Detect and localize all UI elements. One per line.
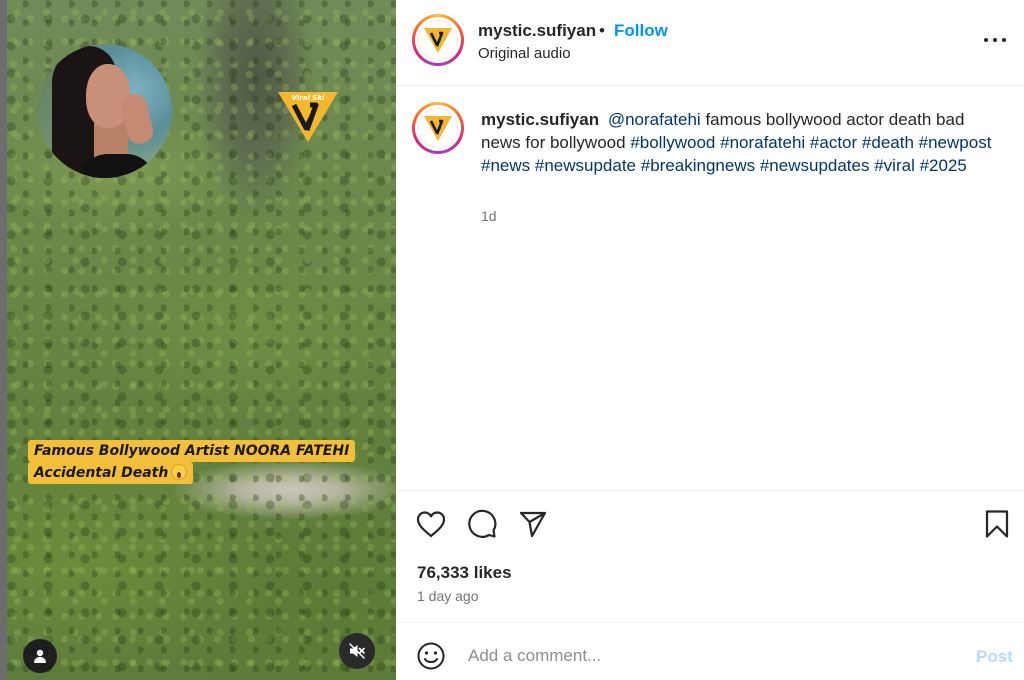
person-icon (34, 649, 46, 663)
mute-button[interactable] (339, 633, 375, 669)
profile-logo-icon (424, 116, 452, 141)
post-header: mystic.sufiyan • Follow Original audio (396, 0, 1024, 86)
post-age[interactable]: 1 day ago (417, 588, 479, 604)
profile-logo-icon (424, 28, 452, 53)
comment-icon (468, 509, 497, 538)
viral-ski-logo: Viral Ski (276, 88, 340, 144)
header-username[interactable]: mystic.sufiyan (478, 21, 596, 41)
overlay-caption-line1: Famous Bollywood Artist NOORA FATEHI (28, 440, 356, 462)
reel-video[interactable]: Viral Ski Famous Bollywood Artist NOORA … (0, 0, 396, 680)
hashtag-link[interactable]: #norafatehi (720, 133, 805, 152)
likes-count[interactable]: 76,333 likes (417, 563, 512, 583)
follow-button[interactable]: Follow (614, 21, 668, 41)
hashtag-link[interactable]: #viral (874, 156, 915, 175)
hashtag-link[interactable]: #news (481, 156, 530, 175)
emoji-picker-button[interactable] (416, 641, 446, 671)
overlay-caption-line2-text: Accidental Death (34, 465, 169, 481)
video-edge (0, 0, 7, 680)
audio-label[interactable]: Original audio (478, 45, 571, 62)
comment-input[interactable] (468, 643, 938, 669)
more-dot-icon (984, 38, 988, 42)
hashtag-link[interactable]: #actor (810, 133, 857, 152)
header-avatar[interactable] (412, 14, 464, 66)
hashtag-link[interactable]: #2025 (920, 156, 967, 175)
tagged-users-button[interactable] (23, 639, 57, 673)
hashtag-link[interactable]: #death (862, 133, 914, 152)
caption-mention[interactable]: @norafatehi (608, 110, 701, 129)
caption-comment: mystic.sufiyan @norafatehi famous bollyw… (396, 86, 1024, 490)
hashtag-link[interactable]: #newsupdates (760, 156, 870, 175)
video-overlay-caption: Famous Bollywood Artist NOORA FATEHI Acc… (28, 440, 356, 484)
hashtag-link[interactable]: #newsupdate (535, 156, 636, 175)
hashtag-link[interactable]: #breakingnews (641, 156, 755, 175)
overlay-caption-line2: Accidental Death (28, 462, 194, 484)
post-actions: 76,333 likes 1 day ago (396, 490, 1024, 622)
post-panel: mystic.sufiyan • Follow Original audio m… (396, 0, 1024, 680)
more-options-button[interactable] (984, 36, 1006, 44)
comment-button[interactable] (466, 508, 498, 540)
speaker-muted-icon (349, 643, 365, 659)
post-comment-button[interactable]: Post (976, 647, 1013, 667)
caption-username[interactable]: mystic.sufiyan (481, 110, 599, 129)
caption-avatar[interactable] (412, 102, 464, 154)
caption-text: mystic.sufiyan @norafatehi famous bollyw… (481, 108, 1001, 177)
heart-icon (416, 511, 446, 538)
scream-emoji-icon (171, 464, 188, 480)
header-separator: • (599, 21, 605, 40)
bookmark-icon (985, 510, 1009, 538)
featured-person-photo (38, 44, 172, 178)
save-button[interactable] (981, 508, 1013, 540)
smiley-icon (417, 642, 445, 670)
hashtag-link[interactable]: #bollywood (630, 133, 715, 152)
more-dot-icon (1002, 38, 1006, 42)
add-comment-bar: Post (396, 622, 1024, 680)
watermark-text: Viral Ski (292, 94, 325, 102)
share-icon (519, 511, 547, 538)
hashtag-link[interactable]: #newpost (919, 133, 992, 152)
more-dot-icon (993, 38, 997, 42)
share-button[interactable] (517, 508, 549, 540)
caption-timestamp[interactable]: 1d (481, 208, 497, 224)
like-button[interactable] (415, 508, 447, 540)
